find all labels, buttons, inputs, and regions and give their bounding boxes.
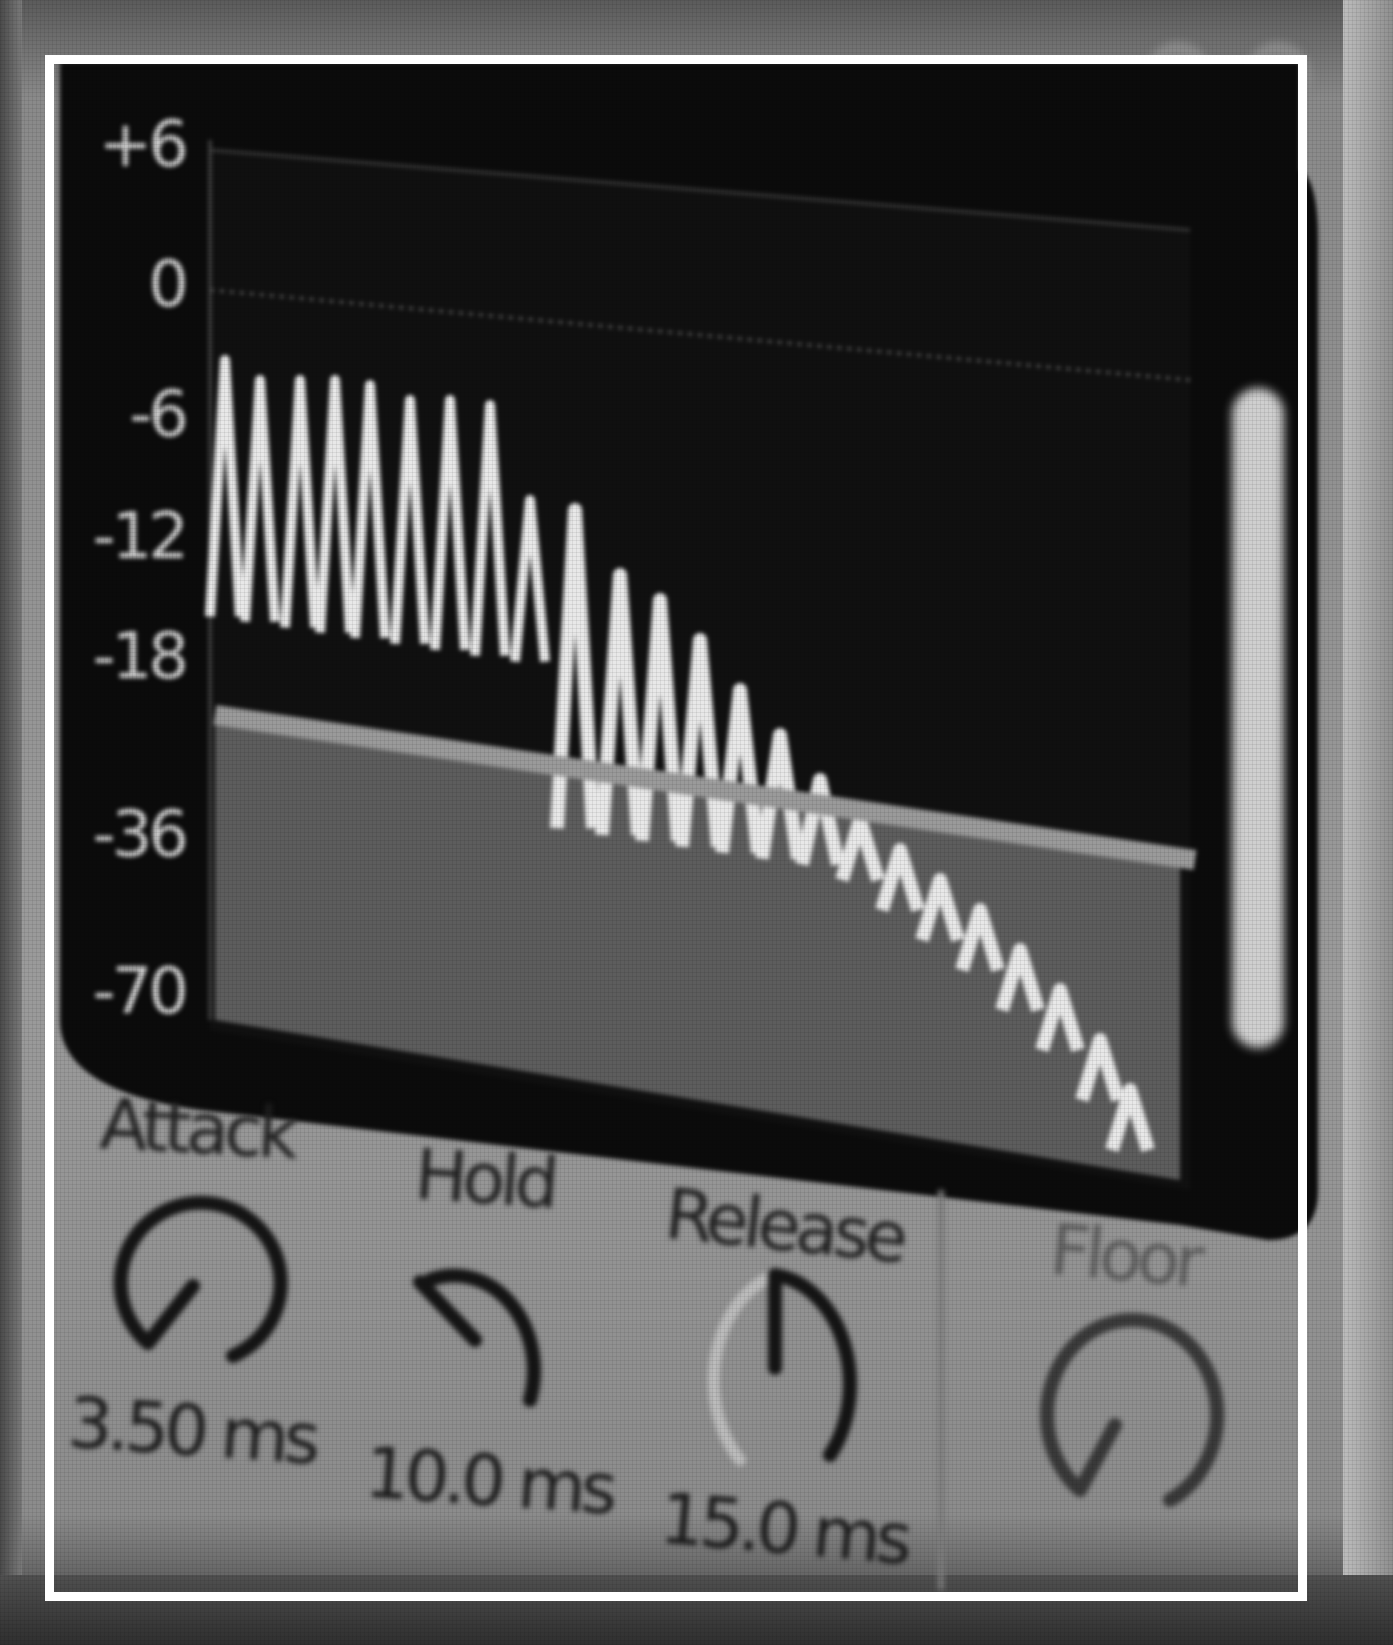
db-label-minus12: -12	[92, 500, 189, 574]
db-label-zero: 0	[148, 248, 189, 322]
db-label-minus36: -36	[92, 798, 189, 872]
gain-reduction-meter	[1232, 388, 1284, 1048]
release-knob[interactable]	[680, 1250, 920, 1510]
attack-value: 3.50 ms	[65, 1381, 319, 1481]
db-label-plus6: +6	[98, 108, 189, 182]
section-divider	[938, 1190, 944, 1590]
screen-photo: +6 0 -6 -12 -18 -36 -70 Attack 3.50 ms H…	[0, 0, 1393, 1645]
attack-label: Attack	[97, 1082, 296, 1176]
db-label-minus6: -6	[129, 378, 189, 452]
hold-knob[interactable]	[390, 1210, 610, 1450]
attack-knob[interactable]	[88, 1168, 308, 1388]
hold-value: 10.0 ms	[362, 1431, 616, 1531]
db-label-minus18: -18	[92, 620, 189, 694]
floor-label: Floor	[1046, 1208, 1203, 1304]
db-label-minus70: -70	[92, 955, 189, 1029]
floor-knob[interactable]	[1020, 1300, 1240, 1540]
